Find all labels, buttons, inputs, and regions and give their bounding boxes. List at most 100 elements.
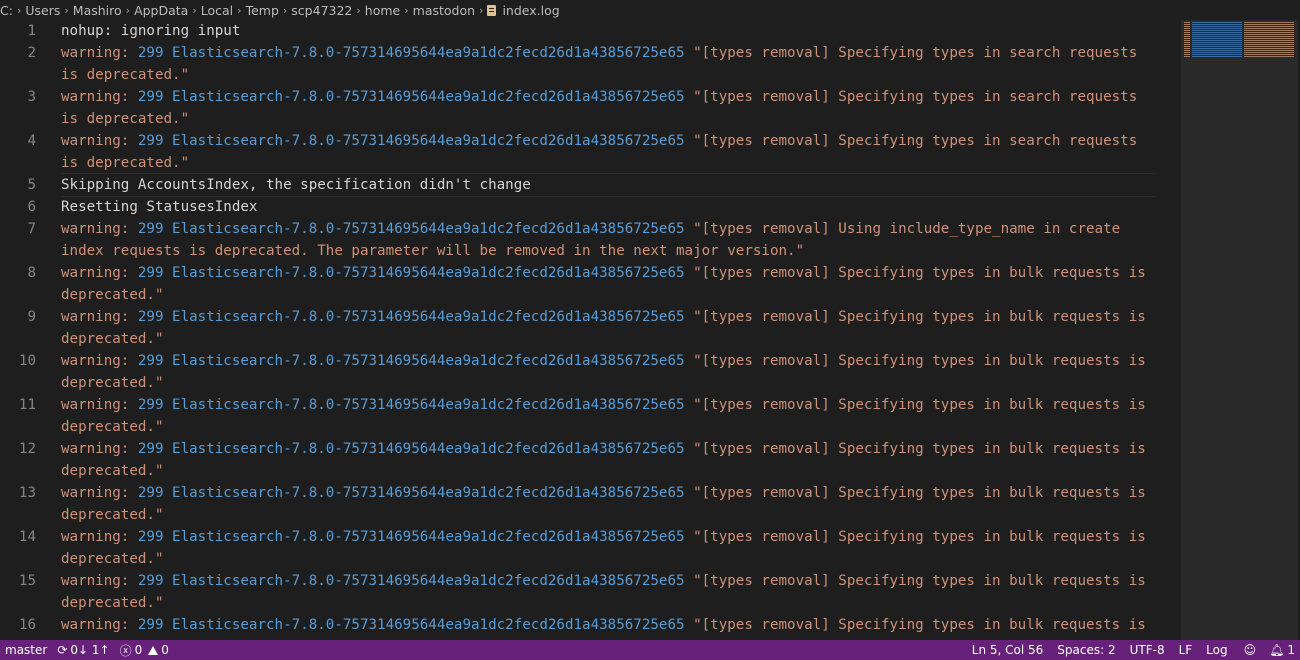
minimap[interactable] (1178, 20, 1300, 640)
line-content: nohup: ignoring input (61, 20, 1156, 42)
chevron-right-icon: › (479, 3, 484, 17)
line-number: 8 (27, 265, 36, 281)
chevron-right-icon: › (404, 3, 409, 17)
breadcrumb-item[interactable]: mastodon (413, 3, 475, 18)
editor-line[interactable]: 1 nohup: ignoring input (0, 20, 1180, 42)
eol-label: LF (1178, 643, 1193, 657)
breadcrumb-item[interactable]: AppData (134, 3, 188, 18)
token-plain: nohup: ignoring input (61, 23, 241, 39)
indentation-label: Spaces: 2 (1057, 643, 1116, 657)
cursor-position-label: Ln 5, Col 56 (971, 643, 1044, 657)
error-icon: ⓧ (119, 643, 132, 658)
token-warn-kw: warning: (61, 89, 138, 105)
breadcrumb-file[interactable]: index.log (502, 3, 559, 18)
editor-line[interactable]: 6 Resetting StatusesIndex (0, 196, 1180, 218)
breadcrumb-item[interactable]: Local (201, 3, 233, 18)
line-content: warning: 299 Elasticsearch-7.8.0-7573146… (61, 262, 1156, 306)
line-number: 10 (18, 353, 36, 369)
notifications-button[interactable]: 🔔︎ 1 (1264, 643, 1300, 657)
token-num: 299 (137, 617, 173, 633)
token-ver: Elasticsearch-7.8.0-757314695644ea9a1dc2… (172, 573, 694, 589)
editor-line[interactable]: 5 Skipping AccountsIndex, the specificati… (0, 173, 1180, 197)
editor-line[interactable]: 16 warning: 299 Elasticsearch-7.8.0-75731… (0, 614, 1180, 640)
token-warn-kw: warning: (61, 529, 138, 545)
line-number: 9 (27, 309, 36, 325)
token-warn-kw: warning: (61, 573, 138, 589)
breadcrumb-item[interactable]: Users (25, 3, 60, 18)
branch-indicator[interactable]: master (0, 643, 52, 657)
token-ver: Elasticsearch-7.8.0-757314695644ea9a1dc2… (172, 45, 694, 61)
token-num: 299 (137, 485, 173, 501)
token-num: 299 (137, 45, 173, 61)
editor-line[interactable]: 15 warning: 299 Elasticsearch-7.8.0-75731… (0, 570, 1180, 614)
line-content: warning: 299 Elasticsearch-7.8.0-7573146… (61, 86, 1156, 130)
token-ver: Elasticsearch-7.8.0-757314695644ea9a1dc2… (172, 617, 694, 633)
indentation-selector[interactable]: Spaces: 2 (1052, 643, 1120, 657)
token-warn-kw: warning: (61, 485, 138, 501)
editor[interactable]: 1 nohup: ignoring input 2 warning: 299 Elas… (0, 20, 1180, 640)
token-num: 299 (137, 397, 173, 413)
editor-line[interactable]: 4 warning: 299 Elasticsearch-7.8.0-757314… (0, 130, 1180, 174)
editor-line[interactable]: 12 warning: 299 Elasticsearch-7.8.0-75731… (0, 438, 1180, 482)
token-warn-kw: warning: (61, 441, 138, 457)
warning-count: 0 (161, 643, 169, 657)
line-content: warning: 299 Elasticsearch-7.8.0-7573146… (61, 570, 1156, 614)
breadcrumb-item[interactable]: C: (0, 3, 13, 18)
line-number: 1 (27, 23, 36, 39)
cursor-position[interactable]: Ln 5, Col 56 (967, 643, 1049, 657)
token-ver: Elasticsearch-7.8.0-757314695644ea9a1dc2… (172, 441, 694, 457)
encoding-label: UTF-8 (1129, 643, 1165, 657)
status-bar: master ⟳ 0↓ 1↑ ⓧ 0 0 Ln 5, Col 56 Spaces… (0, 640, 1300, 660)
token-num: 299 (137, 573, 173, 589)
feedback-button[interactable]: ☺ (1239, 643, 1265, 657)
editor-line[interactable]: 2 warning: 299 Elasticsearch-7.8.0-757314… (0, 42, 1180, 86)
token-ver: Elasticsearch-7.8.0-757314695644ea9a1dc2… (172, 529, 694, 545)
editor-line[interactable]: 13 warning: 299 Elasticsearch-7.8.0-75731… (0, 482, 1180, 526)
sync-icon: ⟳ (57, 643, 68, 657)
line-content: warning: 299 Elasticsearch-7.8.0-7573146… (61, 526, 1156, 570)
line-number: 3 (27, 89, 36, 105)
editor-line[interactable]: 9 warning: 299 Elasticsearch-7.8.0-757314… (0, 306, 1180, 350)
token-ver: Elasticsearch-7.8.0-757314695644ea9a1dc2… (172, 133, 694, 149)
line-number: 16 (18, 617, 36, 633)
problems-button[interactable]: ⓧ 0 0 (115, 642, 174, 659)
line-content: warning: 299 Elasticsearch-7.8.0-7573146… (61, 42, 1156, 86)
line-content: warning: 299 Elasticsearch-7.8.0-7573146… (61, 614, 1156, 640)
line-content: Resetting StatusesIndex (61, 196, 1156, 218)
line-number: 14 (18, 529, 36, 545)
minimap-slider[interactable] (1181, 20, 1298, 640)
breadcrumb: C: › Users › Mashiro › AppData › Local › Temp › scp4… (0, 0, 1300, 20)
token-warn-kw: warning: (61, 265, 138, 281)
token-warn-kw: warning: (61, 45, 138, 61)
sync-label: 0↓ 1↑ (70, 643, 110, 657)
line-content: warning: 299 Elasticsearch-7.8.0-7573146… (61, 394, 1156, 438)
token-warn-kw: warning: (61, 133, 138, 149)
line-number: 13 (18, 485, 36, 501)
token-warn-kw: warning: (61, 309, 138, 325)
editor-line[interactable]: 8 warning: 299 Elasticsearch-7.8.0-757314… (0, 262, 1180, 306)
editor-line[interactable]: 14 warning: 299 Elasticsearch-7.8.0-75731… (0, 526, 1180, 570)
branch-label: master (5, 643, 48, 657)
editor-line[interactable]: 7 warning: 299 Elasticsearch-7.8.0-757314… (0, 218, 1180, 262)
chevron-right-icon: › (125, 3, 131, 17)
encoding-selector[interactable]: UTF-8 (1125, 643, 1170, 657)
line-number: 11 (18, 397, 36, 413)
language-label: Log (1206, 643, 1228, 657)
eol-selector[interactable]: LF (1174, 643, 1198, 657)
chevron-right-icon: › (64, 3, 69, 17)
breadcrumb-item[interactable]: Mashiro (73, 3, 122, 18)
token-num: 299 (137, 221, 173, 237)
editor-line[interactable]: 10 warning: 299 Elasticsearch-7.8.0-75731… (0, 350, 1180, 394)
line-content: warning: 299 Elasticsearch-7.8.0-7573146… (61, 438, 1156, 482)
breadcrumb-item[interactable]: scp47322 (291, 3, 352, 18)
editor-line[interactable]: 3 warning: 299 Elasticsearch-7.8.0-757314… (0, 86, 1180, 130)
breadcrumb-item[interactable]: home (365, 3, 400, 18)
language-selector[interactable]: Log (1201, 643, 1232, 657)
editor-line[interactable]: 11 warning: 299 Elasticsearch-7.8.0-75731… (0, 394, 1180, 438)
token-num: 299 (137, 133, 173, 149)
sync-button[interactable]: ⟳ 0↓ 1↑ (52, 643, 114, 657)
breadcrumb-item[interactable]: Temp (246, 3, 279, 18)
token-num: 299 (137, 529, 173, 545)
line-content: warning: 299 Elasticsearch-7.8.0-7573146… (61, 350, 1156, 394)
token-ver: Elasticsearch-7.8.0-757314695644ea9a1dc2… (172, 89, 694, 105)
